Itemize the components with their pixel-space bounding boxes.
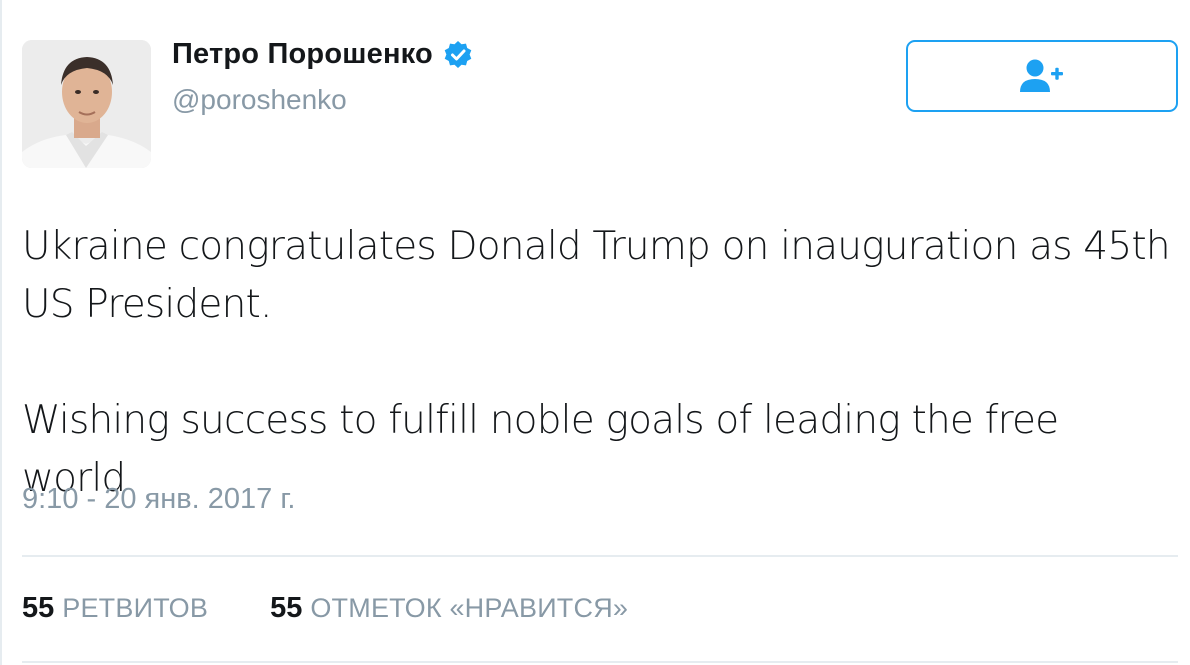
follow-button[interactable]: [906, 40, 1178, 112]
profile-photo: [22, 40, 151, 168]
retweets-count: 55: [22, 592, 55, 624]
retweets-label: РЕТВИТОВ: [62, 593, 209, 623]
avatar[interactable]: [22, 40, 151, 168]
likes-label: ОТМЕТОК «НРАВИТСЯ»: [310, 593, 629, 623]
likes-stat[interactable]: 55 ОТМЕТОК «НРАВИТСЯ»: [270, 592, 628, 625]
add-user-icon: [1020, 59, 1063, 92]
divider-top: [22, 555, 1178, 557]
author-display-name[interactable]: Петро Порошенко: [172, 38, 433, 71]
tweet-timestamp[interactable]: 9:10 - 20 янв. 2017 г.: [22, 483, 295, 516]
author-handle[interactable]: @poroshenko: [172, 84, 347, 116]
tweet-text-paragraph-1: Ukraine congratulates Donald Trump on in…: [22, 224, 1171, 327]
retweets-stat[interactable]: 55 РЕТВИТОВ: [22, 592, 208, 625]
verified-badge-icon: [444, 40, 472, 68]
tweet-text: Ukraine congratulates Donald Trump on in…: [22, 218, 1172, 508]
tweet-stats: 55 РЕТВИТОВ 55 ОТМЕТОК «НРАВИТСЯ»: [22, 592, 628, 625]
author-name-row[interactable]: Петро Порошенко: [172, 38, 473, 71]
divider-bottom: [22, 661, 1178, 663]
likes-count: 55: [270, 592, 303, 624]
